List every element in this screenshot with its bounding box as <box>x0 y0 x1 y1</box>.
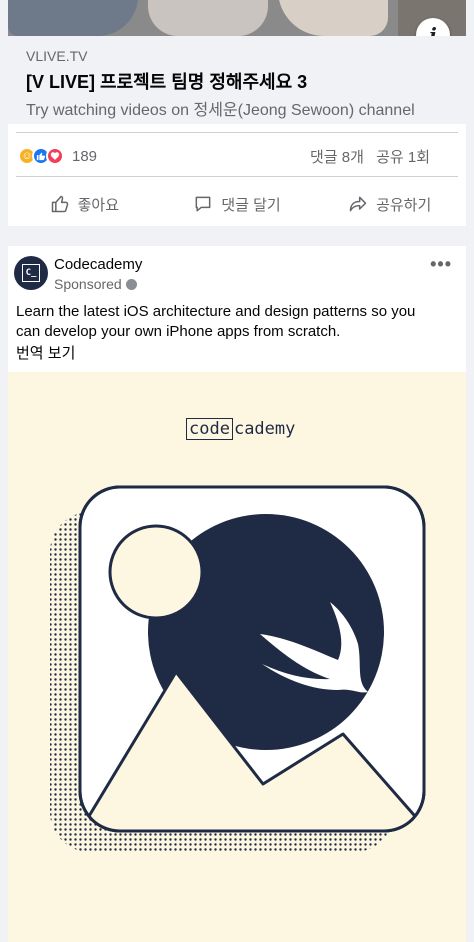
swift-app-illustration <box>50 485 426 852</box>
sponsored-text: Sponsored <box>54 276 122 292</box>
share-button[interactable]: 공유하기 <box>313 186 466 222</box>
ad-text: Learn the latest iOS architecture and de… <box>16 303 416 340</box>
thumbs-up-icon <box>51 195 68 213</box>
link-description: Try watching videos on 정세운(Jeong Sewoon)… <box>26 102 415 119</box>
link-domain: VLIVE.TV <box>26 48 88 64</box>
engagement-counts[interactable]: 댓글 8개 공유 1회 <box>310 146 430 167</box>
comment-icon <box>195 196 211 212</box>
comment-label: 댓글 달기 <box>221 196 281 214</box>
reactions-summary[interactable]: ☺ 189 <box>18 146 97 166</box>
page-name[interactable]: Codecademy <box>54 256 142 273</box>
link-preview[interactable]: VLIVE.TV [V LIVE] 프로젝트 팀명 정해주세요 3 Try wa… <box>8 36 466 124</box>
codecademy-logo-icon: C_ <box>22 264 40 282</box>
love-reaction-icon <box>46 147 64 165</box>
share-count[interactable]: 공유 1회 <box>376 149 430 166</box>
globe-icon <box>125 278 137 290</box>
link-post: i VLIVE.TV [V LIVE] 프로젝트 팀명 정해주세요 3 Try … <box>8 0 466 226</box>
video-thumbnail[interactable] <box>8 0 466 36</box>
ad-creative[interactable]: code cademy <box>8 372 466 942</box>
translate-link[interactable]: 번역 보기 <box>16 342 75 363</box>
sponsored-post: C_ Codecademy Sponsored ••• Learn the la… <box>8 246 466 942</box>
post-actions: 좋아요 댓글 달기 공유하기 <box>8 186 466 222</box>
share-label: 공유하기 <box>376 196 432 214</box>
like-label: 좋아요 <box>77 196 120 214</box>
link-title: [V LIVE] 프로젝트 팀명 정해주세요 3 <box>26 72 308 92</box>
sponsored-label: Sponsored <box>54 276 137 292</box>
sun-circle <box>108 524 204 620</box>
comment-button[interactable]: 댓글 달기 <box>161 186 314 222</box>
feed: i VLIVE.TV [V LIVE] 프로젝트 팀명 정해주세요 3 Try … <box>0 0 474 942</box>
like-button[interactable]: 좋아요 <box>8 186 161 222</box>
comment-count[interactable]: 댓글 8개 <box>310 149 364 166</box>
more-options-icon[interactable]: ••• <box>430 254 452 275</box>
divider <box>16 176 458 177</box>
share-icon <box>349 196 367 212</box>
page-avatar[interactable]: C_ <box>14 256 48 290</box>
reaction-count: 189 <box>72 147 98 165</box>
divider <box>16 132 458 133</box>
